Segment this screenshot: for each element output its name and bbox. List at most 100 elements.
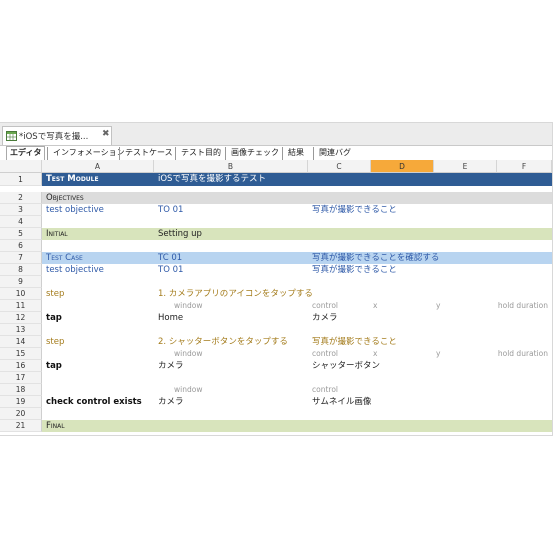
column-header-d[interactable]: D <box>371 160 434 173</box>
cell-a16[interactable]: tap <box>44 360 62 372</box>
cell-b14[interactable]: 2. シャッターボタンをタップする <box>156 336 288 348</box>
tab-information[interactable]: インフォメーション <box>47 147 125 160</box>
row-number[interactable]: 11 <box>0 300 42 312</box>
tab-test-objectives[interactable]: テスト目的 <box>175 147 221 160</box>
cell-b10[interactable]: 1. カメラアプリのアイコンをタップする <box>156 288 313 300</box>
table-row: 19 check control exists カメラ サムネイル画像 <box>0 396 552 408</box>
row-number[interactable]: 1 <box>0 173 42 186</box>
table-row: 14 step 2. シャッターボタンをタップする 写真が撮影できること <box>0 336 552 348</box>
document-tab-title: *iOSで写真を撮... <box>19 132 89 142</box>
cell-a3[interactable]: test objective <box>44 204 104 216</box>
row-band <box>42 420 552 432</box>
row-number[interactable]: 18 <box>0 384 42 396</box>
row-number[interactable]: 15 <box>0 348 42 360</box>
table-row: 9 <box>0 276 552 288</box>
table-row: 8 test objective TO 01 写真が撮影できること <box>0 264 552 276</box>
cell-c3[interactable]: 写真が撮影できること <box>310 204 397 216</box>
row-number[interactable]: 13 <box>0 324 42 336</box>
cell-b12[interactable]: Home <box>156 312 183 324</box>
cell-c8[interactable]: 写真が撮影できること <box>310 264 397 276</box>
cell-c15[interactable]: control <box>310 348 338 360</box>
document-tab[interactable]: *iOSで写真を撮... ✖ <box>2 126 112 145</box>
cell-c11[interactable]: control <box>310 300 338 312</box>
column-header-a[interactable]: A <box>42 160 154 173</box>
table-row: 7 Test Case TC 01 写真が撮影できることを確認する <box>0 252 552 264</box>
cell-a12[interactable]: tap <box>44 312 62 324</box>
row-number[interactable]: 6 <box>0 240 42 252</box>
cell-a19[interactable]: check control exists <box>44 396 142 408</box>
row-number[interactable]: 2 <box>0 192 42 204</box>
cell-f11[interactable]: hold duration <box>480 300 552 312</box>
tab-results[interactable]: 結果 <box>282 147 304 160</box>
cell-c19[interactable]: サムネイル画像 <box>310 396 371 408</box>
row-number[interactable]: 9 <box>0 276 42 288</box>
row-number[interactable]: 17 <box>0 372 42 384</box>
table-row: 15 window control x y hold duration <box>0 348 552 360</box>
cell-c7[interactable]: 写真が撮影できることを確認する <box>310 252 439 264</box>
table-row: 13 <box>0 324 552 336</box>
cell-b19[interactable]: カメラ <box>156 396 184 408</box>
column-header-e[interactable]: E <box>434 160 497 173</box>
cell-b3[interactable]: TO 01 <box>156 204 183 216</box>
editor-window: *iOSで写真を撮... ✖ エディタ インフォメーション テストケース テスト… <box>0 122 553 436</box>
cell-c14[interactable]: 写真が撮影できること <box>310 336 397 348</box>
cell-b16[interactable]: カメラ <box>156 360 184 372</box>
tab-image-check[interactable]: 画像チェック <box>225 147 279 160</box>
cell-d11[interactable]: x <box>371 300 381 312</box>
cell-f15[interactable]: hold duration <box>480 348 552 360</box>
tab-editor[interactable]: エディタ <box>6 146 46 160</box>
row-number[interactable]: 12 <box>0 312 42 324</box>
row-number[interactable]: 10 <box>0 288 42 300</box>
row-number[interactable]: 16 <box>0 360 42 372</box>
row-band <box>42 252 552 264</box>
row-band <box>42 173 552 186</box>
table-row: 2 Objectives <box>0 192 552 204</box>
table-row: 17 <box>0 372 552 384</box>
cell-b11[interactable]: window <box>172 300 202 312</box>
cell-d15[interactable]: x <box>371 348 381 360</box>
tab-related-bugs[interactable]: 関連バグ <box>313 147 351 160</box>
cell-a1[interactable]: Test Module <box>44 173 99 186</box>
row-number[interactable]: 19 <box>0 396 42 408</box>
cell-e11[interactable]: y <box>434 300 444 312</box>
cell-a14[interactable]: step <box>44 336 64 348</box>
cell-b15[interactable]: window <box>172 348 202 360</box>
row-band <box>42 192 552 204</box>
table-row: 3 test objective TO 01 写真が撮影できること <box>0 204 552 216</box>
cell-a2[interactable]: Objectives <box>44 192 84 204</box>
cell-a8[interactable]: test objective <box>44 264 104 276</box>
row-number[interactable]: 20 <box>0 408 42 420</box>
row-number[interactable]: 8 <box>0 264 42 276</box>
cell-b7[interactable]: TC 01 <box>156 252 182 264</box>
table-row: 16 tap カメラ シャッターボタン <box>0 360 552 372</box>
table-row: 1 Test Module iOSで写真を撮影するテスト <box>0 173 552 186</box>
column-header-f[interactable]: F <box>497 160 552 173</box>
cell-c12[interactable]: カメラ <box>310 312 338 324</box>
corner-cell[interactable] <box>0 160 42 173</box>
row-number[interactable]: 4 <box>0 216 42 228</box>
cell-a10[interactable]: step <box>44 288 64 300</box>
cell-b1[interactable]: iOSで写真を撮影するテスト <box>156 173 266 186</box>
table-row: 21 Final <box>0 420 552 432</box>
row-number[interactable]: 14 <box>0 336 42 348</box>
column-header-c[interactable]: C <box>308 160 371 173</box>
tab-test-cases[interactable]: テストケース <box>119 147 173 160</box>
close-icon[interactable]: ✖ <box>102 129 110 139</box>
table-row: 20 <box>0 408 552 420</box>
row-number[interactable]: 21 <box>0 420 42 432</box>
cell-e15[interactable]: y <box>434 348 444 360</box>
cell-a7[interactable]: Test Case <box>44 252 83 264</box>
cell-a21[interactable]: Final <box>44 420 65 432</box>
cell-b18[interactable]: window <box>172 384 202 396</box>
cell-c16[interactable]: シャッターボタン <box>310 360 380 372</box>
cell-a5[interactable]: Initial <box>44 228 68 240</box>
document-tab-bar: *iOSで写真を撮... ✖ <box>0 123 552 146</box>
editor-subtabs: エディタ インフォメーション テストケース テスト目的 画像チェック 結果 関連… <box>0 146 552 160</box>
row-number[interactable]: 5 <box>0 228 42 240</box>
cell-b8[interactable]: TO 01 <box>156 264 183 276</box>
cell-b5[interactable]: Setting up <box>156 228 202 240</box>
row-number[interactable]: 3 <box>0 204 42 216</box>
row-number[interactable]: 7 <box>0 252 42 264</box>
cell-c18[interactable]: control <box>310 384 338 396</box>
column-header-b[interactable]: B <box>154 160 308 173</box>
